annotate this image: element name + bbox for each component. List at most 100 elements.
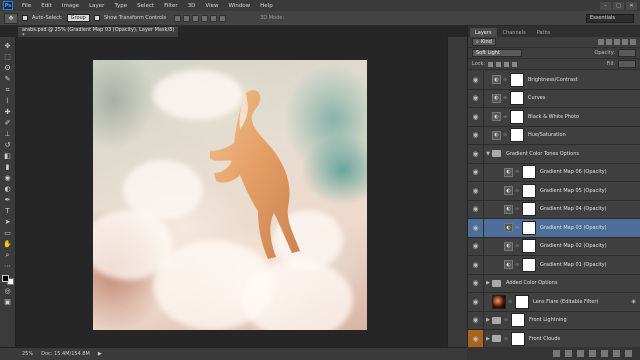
layer-mask-thumbnail[interactable]	[522, 220, 536, 235]
align-bottom-icon[interactable]	[192, 14, 200, 22]
visibility-eye-icon[interactable]: ◉	[468, 293, 484, 311]
more-tools-icon[interactable]: ⋯	[2, 261, 13, 271]
kind-filter-dropdown[interactable]: ⌕ Kind	[472, 38, 496, 46]
menu-filter[interactable]: Filter	[159, 3, 183, 9]
adjustment-layer-thumb-icon[interactable]: ◐	[504, 167, 513, 177]
status-arrow-icon[interactable]: ▶	[98, 351, 102, 357]
shape-tool-icon[interactable]: ▭	[2, 228, 13, 238]
menu-help[interactable]: Help	[255, 3, 278, 9]
adjustment-layer-thumb-icon[interactable]: ◐	[504, 241, 513, 251]
adjustment-filter-icon[interactable]	[606, 39, 612, 45]
quick-mask-icon[interactable]: ◎	[2, 286, 13, 296]
visibility-eye-icon[interactable]: ◉	[468, 89, 484, 107]
link-chain-icon[interactable]: ∞	[515, 262, 520, 268]
move-tool-preset-icon[interactable]: ✥	[4, 12, 18, 24]
menu-view[interactable]: View	[200, 3, 223, 9]
visibility-eye-icon[interactable]: ◉	[468, 237, 484, 255]
layer-row[interactable]: ◉ ◐ ∞ Curves	[468, 89, 640, 108]
link-chain-icon[interactable]: ∞	[503, 132, 508, 138]
new-layer-icon[interactable]	[613, 350, 620, 357]
layer-row[interactable]: ◉ ◐ ∞ Black & White Photo	[468, 108, 640, 127]
menu-type[interactable]: Type	[109, 3, 132, 9]
link-chain-icon[interactable]: ∞	[515, 243, 520, 249]
layer-row[interactable]: ◉ ▶ ∞ Front Lightning	[468, 311, 640, 330]
link-chain-icon[interactable]: ∞	[504, 317, 509, 323]
menu-window[interactable]: Window	[223, 3, 255, 9]
crop-tool-icon[interactable]: ⌗	[2, 85, 13, 95]
new-group-icon[interactable]	[601, 350, 608, 357]
menu-image[interactable]: Image	[57, 3, 84, 9]
fill-field[interactable]	[618, 60, 636, 68]
link-chain-icon[interactable]: ∞	[515, 169, 520, 175]
eyedropper-tool-icon[interactable]: ⌇	[2, 96, 13, 106]
layer-mask-thumbnail[interactable]	[510, 72, 524, 87]
clone-stamp-icon[interactable]: ⊥	[2, 129, 13, 139]
visibility-eye-icon[interactable]: ◉	[468, 219, 484, 237]
menu-edit[interactable]: Edit	[36, 3, 57, 9]
tab-paths[interactable]: Paths	[532, 28, 556, 37]
dodge-tool-icon[interactable]: ◐	[2, 184, 13, 194]
adjustment-layer-thumb-icon[interactable]: ◐	[492, 75, 501, 85]
layer-mask-thumbnail[interactable]	[510, 128, 524, 143]
layer-mask-thumbnail[interactable]	[510, 91, 524, 106]
document-tab[interactable]: arabs.psd @ 25% (Gradient Map 03 (Opacit…	[18, 27, 178, 39]
align-center-icon[interactable]	[210, 14, 218, 22]
blur-tool-icon[interactable]: ◉	[2, 173, 13, 183]
layer-mask-thumbnail[interactable]	[522, 165, 536, 180]
visibility-eye-icon[interactable]: ◉	[468, 200, 484, 218]
menu-select[interactable]: Select	[132, 3, 159, 9]
blend-mode-dropdown[interactable]: Soft Light	[472, 49, 522, 57]
menu-file[interactable]: File	[17, 3, 36, 9]
layer-mask-thumbnail[interactable]	[522, 239, 536, 254]
type-filter-icon[interactable]	[614, 39, 620, 45]
auto-select-dropdown[interactable]: Group	[66, 14, 90, 22]
document-size-info[interactable]: Doc: 15.4M/154.8M	[41, 351, 90, 357]
menu-3d[interactable]: 3D	[183, 3, 201, 9]
visibility-eye-icon[interactable]: ◉	[468, 311, 484, 329]
layer-row[interactable]: ◉ ◐ ∞ Gradient Map 06 (Opacity)	[468, 163, 640, 182]
link-layers-icon[interactable]	[553, 350, 560, 357]
marquee-tool-icon[interactable]: ⬚	[2, 52, 13, 62]
visibility-eye-icon[interactable]: ◉	[468, 126, 484, 144]
lock-all-icon[interactable]	[512, 61, 518, 67]
layer-row[interactable]: ◉ ▼ Gradient Color Tones Options	[468, 145, 640, 164]
delete-layer-icon[interactable]	[625, 350, 632, 357]
tab-channels[interactable]: Channels	[498, 28, 531, 37]
visibility-eye-icon[interactable]: ◉	[468, 108, 484, 126]
visibility-eye-icon[interactable]: ◉	[468, 256, 484, 274]
adjustment-layer-thumb-icon[interactable]: ◐	[504, 186, 513, 196]
workspace-dropdown[interactable]: Essentials	[586, 13, 634, 23]
history-brush-icon[interactable]: ↺	[2, 140, 13, 150]
auto-select-checkbox[interactable]	[22, 15, 28, 21]
foreground-color-swatch[interactable]	[1, 275, 9, 282]
lock-pixels-icon[interactable]	[496, 61, 502, 67]
close-icon[interactable]: ✕	[626, 1, 637, 10]
expand-arrow-icon[interactable]: ▼	[484, 151, 492, 157]
layer-row[interactable]: ◉ ∞ Lens Flare (Editable Filter) ◈	[468, 293, 640, 312]
move-tool-icon[interactable]: ✥	[2, 41, 13, 51]
adjustment-layer-thumb-icon[interactable]: ◐	[492, 112, 501, 122]
zoom-level[interactable]: 25%	[22, 351, 33, 357]
layer-mask-thumbnail[interactable]	[522, 257, 536, 272]
color-swatches[interactable]	[1, 275, 14, 285]
add-mask-icon[interactable]	[577, 350, 584, 357]
link-chain-icon[interactable]: ∞	[504, 336, 509, 342]
adjustment-layer-thumb-icon[interactable]: ◐	[504, 204, 513, 214]
expand-arrow-icon[interactable]: ▶	[484, 317, 492, 323]
gradient-tool-icon[interactable]: ▮	[2, 162, 13, 172]
hand-tool-icon[interactable]: ✋	[2, 239, 13, 249]
layer-row[interactable]: ◉ ◐ ∞ Gradient Map 01 (Opacity)	[468, 256, 640, 275]
eraser-tool-icon[interactable]: ◧	[2, 151, 13, 161]
visibility-eye-icon[interactable]: ◉	[468, 182, 484, 200]
align-top-icon[interactable]	[174, 14, 182, 22]
layer-row[interactable]: ◉ ◐ ∞ Gradient Map 05 (Opacity)	[468, 182, 640, 201]
visibility-eye-icon[interactable]: ◉	[468, 330, 484, 347]
layer-row[interactable]: ◉ ▶ ∞ Front Clouds	[468, 330, 640, 347]
link-chain-icon[interactable]: ∞	[515, 225, 520, 231]
layer-mask-thumbnail[interactable]	[511, 313, 525, 328]
layer-mask-thumbnail[interactable]	[511, 331, 525, 346]
menu-layer[interactable]: Layer	[84, 3, 109, 9]
smart-filter-icon[interactable]: ◈	[631, 298, 636, 305]
link-chain-icon[interactable]: ∞	[503, 114, 508, 120]
adjustment-layer-thumb-icon[interactable]: ◐	[504, 223, 513, 233]
